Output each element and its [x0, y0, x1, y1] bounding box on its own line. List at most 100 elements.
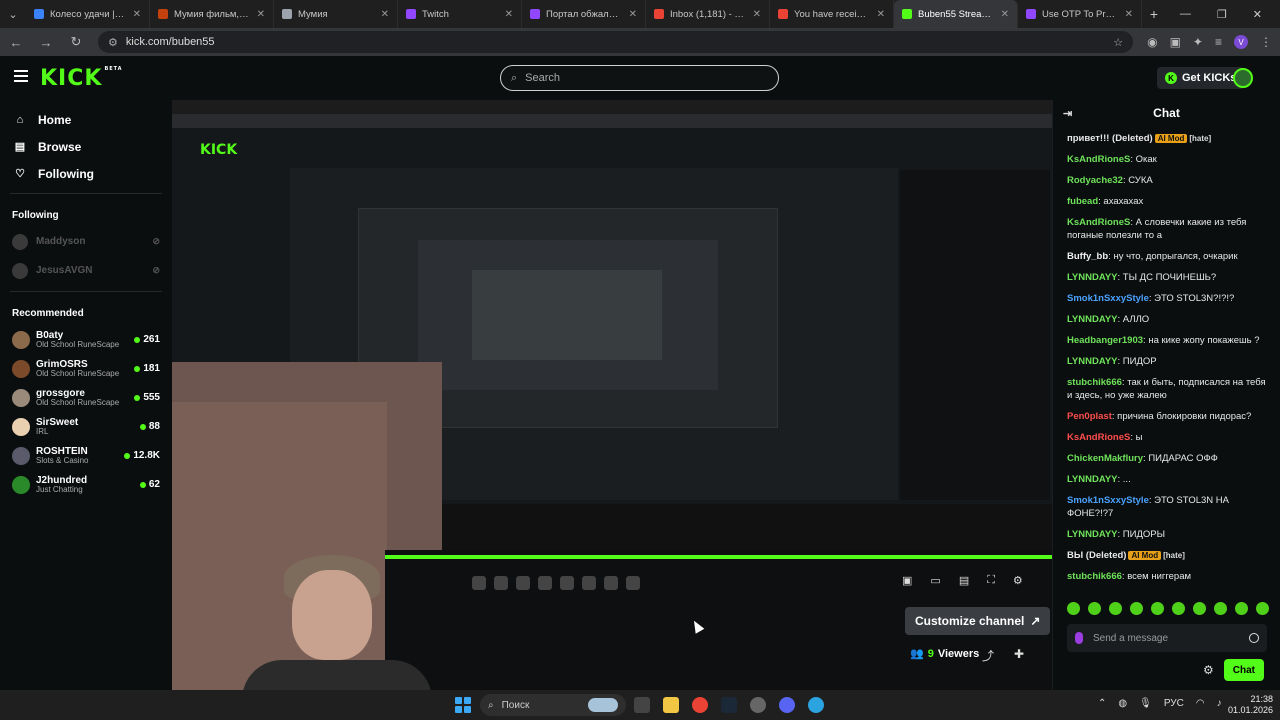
microphone-icon[interactable]: [1075, 632, 1083, 644]
browser-tab[interactable]: You have received a c ✕: [770, 0, 894, 28]
recommended-channel[interactable]: J2hundred Just Chatting 62: [0, 470, 172, 499]
chat-username[interactable]: stubchik666: [1067, 571, 1122, 582]
chat-username[interactable]: stubchik666: [1067, 377, 1122, 388]
minimize-icon[interactable]: —: [1180, 8, 1191, 21]
chat-username[interactable]: KsAndRioneS: [1067, 154, 1130, 165]
mic-tray-icon[interactable]: 🎙: [1139, 698, 1152, 709]
profile-avatar[interactable]: V: [1234, 35, 1248, 49]
chat-username[interactable]: LYNNDAYY: [1067, 272, 1118, 283]
sidebar-item-home[interactable]: ⌂ Home: [0, 106, 172, 133]
recommended-channel[interactable]: GrimOSRS Old School RuneScape 181: [0, 354, 172, 383]
file-explorer-icon[interactable]: [663, 697, 679, 713]
chat-settings-icon[interactable]: ⚙: [1203, 663, 1214, 677]
fullscreen-icon[interactable]: ⛶: [987, 574, 995, 587]
maximize-icon[interactable]: ❐: [1217, 8, 1227, 21]
tab-close-icon[interactable]: ✕: [877, 9, 885, 20]
follow-user-icon[interactable]: ✚: [1014, 647, 1024, 664]
emote-icon[interactable]: [1172, 602, 1185, 615]
chat-username[interactable]: LYNNDAYY: [1067, 529, 1118, 540]
volume-icon[interactable]: ♪: [1217, 698, 1222, 709]
windows-start-icon[interactable]: [455, 697, 471, 713]
close-icon[interactable]: ✕: [1253, 8, 1262, 21]
tab-search-icon[interactable]: ⌄: [0, 0, 26, 28]
puzzle-icon[interactable]: ✦: [1193, 35, 1203, 49]
tab-close-icon[interactable]: ✕: [505, 9, 513, 20]
tab-close-icon[interactable]: ✕: [629, 9, 637, 20]
tray-expand-icon[interactable]: ⌃: [1098, 698, 1106, 709]
browser-tab[interactable]: Колесо удачи | Опре ✕: [26, 0, 150, 28]
chat-username[interactable]: LYNNDAYY: [1067, 356, 1118, 367]
network-icon[interactable]: ◍: [1118, 698, 1127, 709]
discord-icon[interactable]: [779, 697, 795, 713]
chat-username[interactable]: ChickenMakflury: [1067, 453, 1143, 464]
wifi-icon[interactable]: ◠: [1196, 698, 1205, 709]
chat-username[interactable]: Smok1nSxxyStyle: [1067, 495, 1149, 506]
chat-username[interactable]: LYNNDAYY: [1067, 314, 1118, 325]
chat-username[interactable]: Headbanger1903: [1067, 335, 1143, 346]
tab-close-icon[interactable]: ✕: [133, 9, 141, 20]
get-kicks-button[interactable]: K Get KICKs: [1157, 67, 1245, 89]
obs-icon[interactable]: [750, 697, 766, 713]
url-field[interactable]: ⚙ kick.com/buben55 ☆: [98, 31, 1134, 53]
tab-close-icon[interactable]: ✕: [257, 9, 265, 20]
user-avatar[interactable]: [1233, 68, 1253, 88]
share-icon[interactable]: ⤴: [982, 647, 994, 664]
tab-close-icon[interactable]: ✕: [381, 9, 389, 20]
media-icon[interactable]: ≡: [1215, 35, 1222, 49]
theater-icon[interactable]: ▭: [930, 574, 940, 587]
emote-icon[interactable]: [1109, 602, 1122, 615]
sidebar-item-following[interactable]: ♡ Following: [0, 160, 172, 187]
back-icon[interactable]: ←: [8, 35, 24, 50]
recommended-channel[interactable]: grossgore Old School RuneScape 555: [0, 383, 172, 412]
customize-channel-button[interactable]: Customize channel ↗: [905, 607, 1051, 635]
search-input[interactable]: ⌕ Search: [500, 65, 779, 91]
emote-icon[interactable]: [1130, 602, 1143, 615]
settings-icon[interactable]: ⚙: [1013, 574, 1023, 587]
extension-icon[interactable]: ▣: [1170, 35, 1181, 49]
chat-username[interactable]: Rodyache32: [1067, 175, 1123, 186]
browser-tab[interactable]: Мумия ✕: [274, 0, 398, 28]
browser-tab[interactable]: Портал обжалования ✕: [522, 0, 646, 28]
chrome-icon[interactable]: [692, 697, 708, 713]
emoji-icon[interactable]: [1249, 633, 1259, 643]
emote-icon[interactable]: [1193, 602, 1206, 615]
bookmark-star-icon[interactable]: ☆: [1113, 36, 1123, 49]
steam-icon[interactable]: [721, 697, 737, 713]
emote-icon[interactable]: [1256, 602, 1269, 615]
taskbar-search[interactable]: ⌕ Поиск: [480, 694, 626, 716]
tab-close-icon[interactable]: ✕: [753, 9, 761, 20]
chat-username[interactable]: LYNNDAYY: [1067, 474, 1118, 485]
chat-username[interactable]: Smok1nSxxyStyle: [1067, 293, 1149, 304]
chat-username[interactable]: fubead: [1067, 196, 1098, 207]
recommended-channel[interactable]: B0aty Old School RuneScape 261: [0, 325, 172, 354]
following-channel[interactable]: Maddyson ⊘: [0, 227, 172, 256]
task-view-icon[interactable]: [634, 697, 650, 713]
emote-icon[interactable]: [1151, 602, 1164, 615]
browser-tab[interactable]: Inbox (1,181) - onlyb ✕: [646, 0, 770, 28]
chat-send-button[interactable]: Chat: [1223, 659, 1264, 681]
browser-tab[interactable]: Use OTP To Proceed ✕: [1018, 0, 1142, 28]
emote-icon[interactable]: [1214, 602, 1227, 615]
site-info-icon[interactable]: ⚙: [108, 36, 118, 49]
following-channel[interactable]: JesusAVGN ⊘: [0, 256, 172, 285]
reload-icon[interactable]: ↻: [68, 34, 84, 50]
telegram-icon[interactable]: [808, 697, 824, 713]
tab-close-icon[interactable]: ✕: [1125, 9, 1133, 20]
pip-icon[interactable]: ▣: [902, 574, 912, 587]
recommended-channel[interactable]: SirSweet IRL 88: [0, 412, 172, 441]
progress-bar[interactable]: [385, 555, 1052, 559]
hamburger-menu-icon[interactable]: [14, 70, 28, 82]
chat-input[interactable]: Send a message: [1067, 624, 1267, 652]
kick-logo[interactable]: KICK BETA: [40, 66, 123, 91]
language-indicator[interactable]: РУС: [1164, 698, 1184, 709]
extension-icon[interactable]: ◉: [1147, 35, 1157, 49]
sidebar-item-browse[interactable]: ▤ Browse: [0, 133, 172, 160]
browser-tab[interactable]: Мумия фильм, 1999 ✕: [150, 0, 274, 28]
emote-icon[interactable]: [1235, 602, 1248, 615]
emote-icon[interactable]: [1067, 602, 1080, 615]
video-player[interactable]: KICK ▣ ▭ ▤ ⛶ ⚙ Customize channel ↗ 👥 9 V…: [172, 100, 1052, 690]
chat-username[interactable]: Buffy_bb: [1067, 251, 1108, 262]
cast-icon[interactable]: ▤: [959, 574, 969, 587]
emote-icon[interactable]: [1088, 602, 1101, 615]
new-tab-button[interactable]: +: [1142, 6, 1166, 22]
